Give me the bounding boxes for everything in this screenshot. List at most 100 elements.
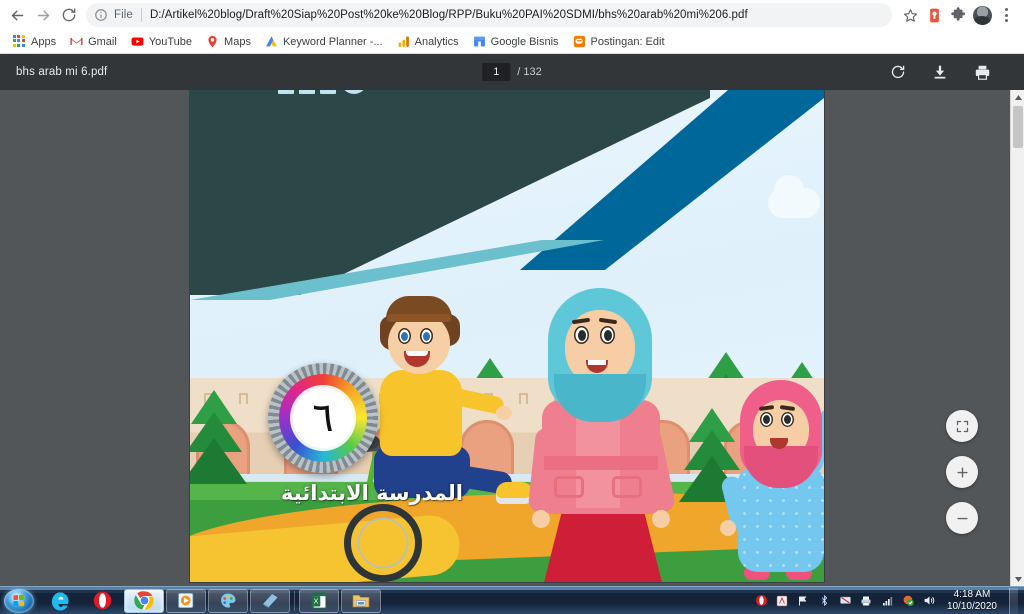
grade-number: ٦: [293, 388, 353, 448]
taskbar-media-player[interactable]: [166, 588, 206, 613]
mother-eye-right: [600, 326, 615, 344]
bookmark-apps[interactable]: Apps: [6, 33, 63, 50]
girl-hand-left: [720, 520, 736, 536]
zoom-controls: [946, 410, 978, 534]
profile-button[interactable]: [970, 3, 994, 27]
bookmark-star-button[interactable]: [898, 3, 922, 27]
folder-explorer-icon: [352, 594, 370, 608]
windows-taskbar: X 4:18 AM 10/10/2020: [0, 586, 1024, 614]
blogger-icon: [573, 35, 585, 48]
bookmark-gmail[interactable]: Gmail: [63, 33, 124, 50]
scrollbar-down-arrow[interactable]: [1011, 572, 1024, 586]
sticky-notes-icon: [262, 594, 278, 609]
printer-icon: [975, 65, 989, 80]
rotate-clockwise-icon: [891, 65, 905, 79]
taskbar-notes[interactable]: [250, 588, 290, 613]
url-text: D:/Artikel%20blog/Draft%20Siap%20Post%20…: [149, 9, 748, 21]
tray-volume-icon[interactable]: [922, 593, 937, 608]
bookmark-postingan-edit[interactable]: Postingan: Edit: [566, 33, 672, 50]
download-button[interactable]: [930, 62, 950, 82]
excel-icon: X: [311, 592, 326, 609]
lock-extension-button[interactable]: [922, 3, 946, 27]
taskbar-chrome[interactable]: [124, 588, 164, 613]
mother-eye-left: [574, 326, 589, 344]
mother-pocket-left: [554, 476, 584, 498]
scrollbar-up-arrow[interactable]: [1011, 90, 1024, 104]
cover-title-cropped: [278, 90, 367, 94]
print-button[interactable]: [972, 62, 992, 82]
forward-button[interactable]: [30, 2, 56, 28]
three-dot-menu-icon: [1004, 8, 1008, 22]
boy-eye-left: [398, 328, 411, 344]
zoom-out-button[interactable]: [946, 502, 978, 534]
bookmark-label: Analytics: [414, 35, 459, 48]
bookmark-analytics[interactable]: Analytics: [390, 33, 466, 50]
boy-hand: [496, 406, 512, 420]
taskbar-clock[interactable]: 4:18 AM 10/10/2020: [943, 589, 1003, 613]
system-tray: 4:18 AM 10/10/2020: [754, 587, 1022, 614]
apps-grid-icon: [13, 35, 26, 48]
tray-opera-icon[interactable]: [754, 593, 769, 608]
tray-flag-icon[interactable]: [796, 593, 811, 608]
boy-shirt: [380, 370, 462, 456]
pdf-scrollbar[interactable]: [1010, 90, 1024, 586]
taskbar-excel[interactable]: X: [299, 588, 339, 613]
cover-subtitle: المدرسة الابتدائية: [281, 481, 463, 505]
back-arrow-icon: [11, 10, 23, 20]
fit-to-page-button[interactable]: [946, 410, 978, 442]
pdf-viewer: bhs arab mi 6.pdf / 132: [0, 54, 1024, 586]
clock-time: 4:18 AM: [953, 588, 991, 600]
bookmark-maps[interactable]: Maps: [199, 33, 258, 50]
extensions-button[interactable]: [946, 3, 970, 27]
caret-down-icon: [1014, 576, 1022, 582]
pdf-file-name: bhs arab mi 6.pdf: [16, 66, 108, 78]
bookmark-label: Postingan: Edit: [590, 35, 665, 48]
bookmark-google-bisnis[interactable]: Google Bisnis: [466, 33, 566, 50]
character-boy: [358, 296, 534, 582]
bookmark-label: YouTube: [148, 35, 193, 48]
pdf-toolbar: bhs arab mi 6.pdf / 132: [0, 54, 1024, 90]
chrome-icon: [133, 591, 154, 610]
tray-antivirus-icon[interactable]: [901, 593, 916, 608]
taskbar-opera[interactable]: [82, 589, 122, 613]
scrollbar-thumb[interactable]: [1013, 106, 1023, 148]
show-desktop-button[interactable]: [1009, 587, 1018, 614]
avatar-icon: [972, 5, 992, 25]
puzzle-piece-icon: [951, 7, 965, 21]
tray-network-icon[interactable]: [880, 593, 895, 608]
rotate-button[interactable]: [888, 62, 908, 82]
girl-eye-left: [760, 412, 773, 427]
star-icon: [903, 8, 917, 22]
bookmark-keyword-planner[interactable]: Keyword Planner -...: [258, 33, 390, 50]
bookmark-label: Gmail: [88, 35, 117, 48]
reload-icon: [62, 8, 76, 22]
clock-date: 10/10/2020: [946, 600, 997, 612]
mother-belt: [544, 456, 658, 470]
taskbar-explorer[interactable]: [341, 588, 381, 613]
character-girl: [719, 380, 824, 582]
pdf-page-stage[interactable]: ٦ المدرسة الابتدائية: [0, 90, 1010, 586]
back-button[interactable]: [4, 2, 30, 28]
browser-toolbar: File D:/Artikel%20blog/Draft%20Siap%20Po…: [0, 0, 1024, 30]
bookmark-youtube[interactable]: YouTube: [124, 33, 199, 50]
tray-app-icon[interactable]: [775, 593, 790, 608]
reload-button[interactable]: [56, 2, 82, 28]
address-bar[interactable]: File D:/Artikel%20blog/Draft%20Siap%20Po…: [86, 3, 892, 27]
caret-up-icon: [1014, 94, 1022, 100]
url-scheme-label: File: [114, 9, 133, 21]
pdf-actions: [888, 62, 1014, 82]
tray-printer-icon[interactable]: [859, 593, 874, 608]
tray-bluetooth-icon[interactable]: [817, 593, 832, 608]
grade-badge-rainbow: ٦: [279, 374, 367, 462]
taskbar-internet-explorer[interactable]: [40, 589, 80, 613]
zoom-in-button[interactable]: [946, 456, 978, 488]
taskbar-paint[interactable]: [208, 588, 248, 613]
bookmark-label: Apps: [31, 35, 57, 48]
page-number-input[interactable]: [482, 63, 511, 81]
internet-explorer-icon: [51, 591, 69, 611]
chrome-menu-button[interactable]: [994, 3, 1018, 27]
minus-icon: [956, 517, 968, 519]
start-button[interactable]: [4, 588, 34, 613]
tray-display-icon[interactable]: [838, 593, 853, 608]
google-business-icon: [473, 36, 485, 47]
